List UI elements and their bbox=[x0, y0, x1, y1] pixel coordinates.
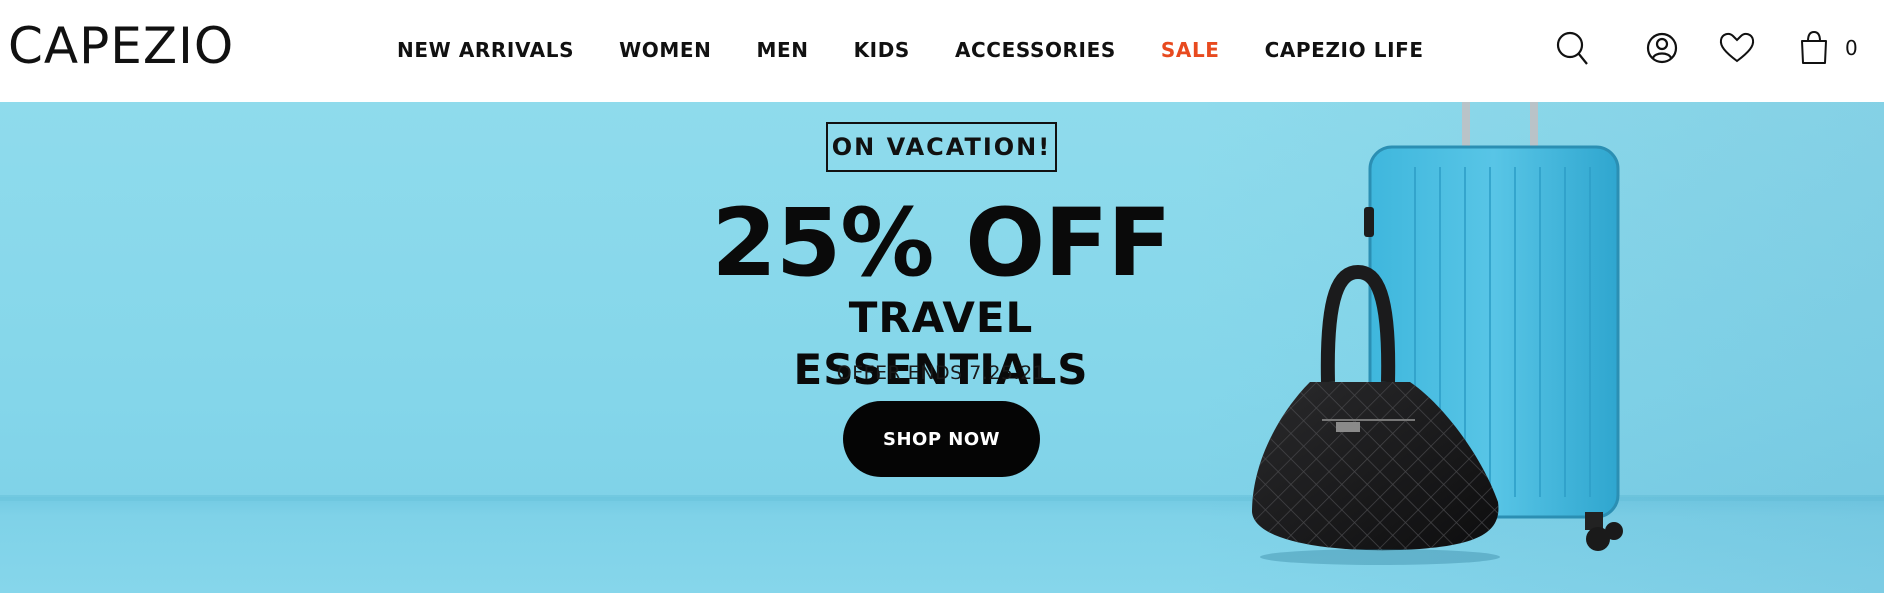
account-icon[interactable] bbox=[1640, 26, 1684, 70]
promo-badge: ON VACATION! bbox=[826, 122, 1057, 172]
nav-item-women[interactable]: WOMEN bbox=[619, 38, 711, 62]
logo[interactable]: CAPEZIO bbox=[8, 14, 234, 78]
nav-item-kids[interactable]: KIDS bbox=[854, 38, 910, 62]
hero-banner[interactable]: ON VACATION! 25% OFF TRAVEL ESSENTIALS O… bbox=[0, 102, 1884, 593]
shop-now-button[interactable]: SHOP NOW bbox=[843, 401, 1040, 477]
cart-count: 0 bbox=[1845, 36, 1858, 60]
promo-headline: 25% OFF bbox=[711, 189, 1171, 298]
search-icon[interactable] bbox=[1551, 26, 1595, 70]
site-header: CAPEZIO NEW ARRIVALS WOMEN MEN KIDS ACCE… bbox=[0, 0, 1884, 102]
nav-item-men[interactable]: MEN bbox=[756, 38, 808, 62]
heart-icon[interactable] bbox=[1715, 26, 1759, 70]
nav-item-new-arrivals[interactable]: NEW ARRIVALS bbox=[397, 38, 574, 62]
cart-icon[interactable] bbox=[1792, 26, 1836, 70]
nav-item-sale[interactable]: SALE bbox=[1161, 38, 1220, 62]
main-nav: NEW ARRIVALS WOMEN MEN KIDS ACCESSORIES … bbox=[397, 35, 1424, 65]
hero-product-image[interactable] bbox=[1240, 102, 1660, 593]
offer-text: OFFER ENDS 7.25.21 bbox=[836, 362, 1046, 384]
nav-item-accessories[interactable]: ACCESSORIES bbox=[955, 38, 1116, 62]
nav-item-capezio-life[interactable]: CAPEZIO LIFE bbox=[1265, 38, 1424, 62]
